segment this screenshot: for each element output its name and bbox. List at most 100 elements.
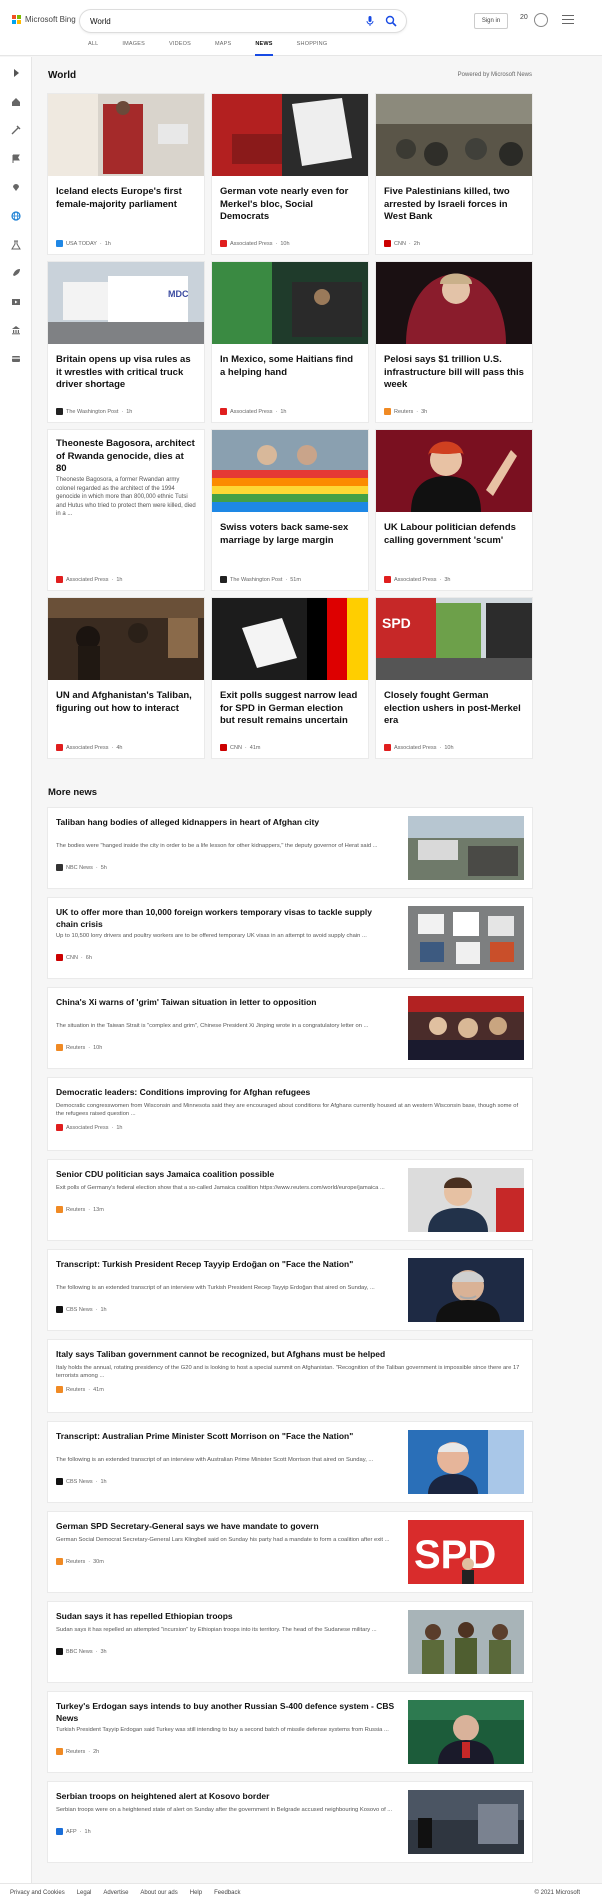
- flag-icon[interactable]: [11, 154, 21, 164]
- news-card-title[interactable]: In Mexico, some Haitians find a helping …: [220, 354, 360, 379]
- globe-icon[interactable]: [11, 211, 21, 221]
- more-news-title[interactable]: China's Xi warns of 'grim' Taiwan situat…: [56, 996, 396, 1008]
- news-card-image[interactable]: [48, 598, 204, 680]
- more-news-image[interactable]: [408, 906, 524, 970]
- news-card-image[interactable]: MDC: [48, 262, 204, 344]
- sign-in-button[interactable]: Sign in: [474, 13, 508, 29]
- rocket-icon[interactable]: [11, 268, 21, 278]
- more-news-item[interactable]: Senior CDU politician says Jamaica coali…: [48, 1160, 532, 1240]
- more-news-item[interactable]: German SPD Secretary-General says we hav…: [48, 1512, 532, 1592]
- expand-arrow-icon[interactable]: [11, 68, 21, 78]
- news-card-title[interactable]: Swiss voters back same-sex marriage by l…: [220, 522, 360, 547]
- more-news-item[interactable]: Taliban hang bodies of alleged kidnapper…: [48, 808, 532, 888]
- more-news-item[interactable]: Serbian troops on heightened alert at Ko…: [48, 1782, 532, 1862]
- tab-all[interactable]: ALL: [88, 41, 98, 56]
- search-box[interactable]: [80, 10, 406, 32]
- card-icon[interactable]: [11, 354, 21, 364]
- news-card-image[interactable]: [212, 262, 368, 344]
- more-news-item[interactable]: Italy says Taliban government cannot be …: [48, 1340, 532, 1412]
- news-card-image[interactable]: SPD: [376, 598, 532, 680]
- news-card[interactable]: German vote nearly even for Merkel's blo…: [212, 94, 368, 254]
- more-news-title[interactable]: Transcript: Australian Prime Minister Sc…: [56, 1430, 396, 1442]
- news-card-image[interactable]: [48, 94, 204, 176]
- more-news-item[interactable]: Sudan says it has repelled Ethiopian tro…: [48, 1602, 532, 1682]
- tab-news[interactable]: NEWS: [255, 41, 273, 56]
- news-card[interactable]: Iceland elects Europe's first female-maj…: [48, 94, 204, 254]
- more-news-item[interactable]: Transcript: Turkish President Recep Tayy…: [48, 1250, 532, 1330]
- more-news-image[interactable]: [408, 996, 524, 1060]
- more-news-item[interactable]: UK to offer more than 10,000 foreign wor…: [48, 898, 532, 978]
- more-news-image[interactable]: [408, 1610, 524, 1674]
- more-news-image[interactable]: SPD: [408, 1520, 524, 1584]
- footer-link[interactable]: Help: [190, 1890, 202, 1896]
- more-news-title[interactable]: Transcript: Turkish President Recep Tayy…: [56, 1258, 396, 1270]
- news-card[interactable]: UK Labour politician defends calling gov…: [376, 430, 532, 590]
- footer-link[interactable]: Advertise: [103, 1890, 128, 1896]
- tab-videos[interactable]: VIDEOS: [169, 41, 191, 56]
- more-news-item[interactable]: Democratic leaders: Conditions improving…: [48, 1078, 532, 1150]
- more-news-title[interactable]: Senior CDU politician says Jamaica coali…: [56, 1168, 396, 1180]
- news-card-title[interactable]: Closely fought German election ushers in…: [384, 690, 524, 728]
- more-news-image[interactable]: [408, 1700, 524, 1764]
- news-card-title[interactable]: UK Labour politician defends calling gov…: [384, 522, 524, 547]
- news-card[interactable]: Five Palestinians killed, two arrested b…: [376, 94, 532, 254]
- news-card-title[interactable]: Britain opens up visa rules as it wrestl…: [56, 354, 196, 392]
- footer-link[interactable]: Feedback: [214, 1890, 240, 1896]
- tools-icon[interactable]: [11, 125, 21, 135]
- hamburger-menu-icon[interactable]: [562, 15, 574, 25]
- news-card[interactable]: SPD Closely fought German election ushers…: [376, 598, 532, 758]
- more-news-image[interactable]: [408, 1168, 524, 1232]
- news-card-image[interactable]: [376, 94, 532, 176]
- news-card-image[interactable]: [212, 94, 368, 176]
- more-news-title[interactable]: Italy says Taliban government cannot be …: [56, 1348, 524, 1360]
- news-card-title[interactable]: Five Palestinians killed, two arrested b…: [384, 186, 524, 224]
- more-news-item[interactable]: Turkey's Erdogan says intends to buy ano…: [48, 1692, 532, 1772]
- more-news-image[interactable]: [408, 816, 524, 880]
- news-card-title[interactable]: UN and Afghanistan's Taliban, figuring o…: [56, 690, 196, 715]
- news-card-title[interactable]: Theoneste Bagosora, architect of Rwanda …: [56, 438, 196, 476]
- more-news-image[interactable]: [408, 1430, 524, 1494]
- rewards-count[interactable]: 20: [520, 14, 528, 21]
- news-card-title[interactable]: Iceland elects Europe's first female-maj…: [56, 186, 196, 211]
- science-icon[interactable]: [11, 240, 21, 250]
- tab-images[interactable]: IMAGES: [122, 41, 145, 56]
- more-news-title[interactable]: Turkey's Erdogan says intends to buy ano…: [56, 1700, 396, 1724]
- news-card[interactable]: Swiss voters back same-sex marriage by l…: [212, 430, 368, 590]
- news-card[interactable]: Theoneste Bagosora, architect of Rwanda …: [48, 430, 204, 590]
- more-news-title[interactable]: Democratic leaders: Conditions improving…: [56, 1086, 524, 1098]
- bank-icon[interactable]: [11, 325, 21, 335]
- entertainment-icon[interactable]: [11, 297, 21, 307]
- more-news-title[interactable]: Sudan says it has repelled Ethiopian tro…: [56, 1610, 396, 1622]
- news-card[interactable]: UN and Afghanistan's Taliban, figuring o…: [48, 598, 204, 758]
- more-news-title[interactable]: UK to offer more than 10,000 foreign wor…: [56, 906, 396, 930]
- news-card-title[interactable]: Exit polls suggest narrow lead for SPD i…: [220, 690, 360, 728]
- news-card-image[interactable]: [376, 430, 532, 512]
- news-card-title[interactable]: German vote nearly even for Merkel's blo…: [220, 186, 360, 224]
- news-card[interactable]: Pelosi says $1 trillion U.S. infrastruct…: [376, 262, 532, 422]
- location-icon[interactable]: [11, 182, 21, 192]
- more-news-title[interactable]: Serbian troops on heightened alert at Ko…: [56, 1790, 396, 1802]
- news-card[interactable]: In Mexico, some Haitians find a helping …: [212, 262, 368, 422]
- news-card-image[interactable]: [212, 430, 368, 512]
- footer-link[interactable]: Legal: [77, 1890, 92, 1896]
- news-card-image[interactable]: [212, 598, 368, 680]
- powered-by-label[interactable]: Powered by Microsoft News: [458, 72, 532, 78]
- news-card[interactable]: Exit polls suggest narrow lead for SPD i…: [212, 598, 368, 758]
- more-news-title[interactable]: German SPD Secretary-General says we hav…: [56, 1520, 396, 1532]
- more-news-image[interactable]: [408, 1258, 524, 1322]
- more-news-item[interactable]: Transcript: Australian Prime Minister Sc…: [48, 1422, 532, 1502]
- more-news-item[interactable]: China's Xi warns of 'grim' Taiwan situat…: [48, 988, 532, 1068]
- tab-shopping[interactable]: SHOPPING: [297, 41, 328, 56]
- home-icon[interactable]: [11, 97, 21, 107]
- news-card-title[interactable]: Pelosi says $1 trillion U.S. infrastruct…: [384, 354, 524, 392]
- rewards-trophy-icon[interactable]: [534, 13, 548, 27]
- news-card-image[interactable]: [376, 262, 532, 344]
- more-news-title[interactable]: Taliban hang bodies of alleged kidnapper…: [56, 816, 396, 828]
- footer-link[interactable]: About our ads: [140, 1890, 177, 1896]
- news-card[interactable]: MDC Britain opens up visa rules as it wre…: [48, 262, 204, 422]
- microphone-icon[interactable]: [364, 15, 376, 27]
- bing-logo[interactable]: Microsoft Bing: [12, 15, 76, 24]
- more-news-image[interactable]: [408, 1790, 524, 1854]
- tab-maps[interactable]: MAPS: [215, 41, 231, 56]
- search-icon[interactable]: [385, 15, 397, 27]
